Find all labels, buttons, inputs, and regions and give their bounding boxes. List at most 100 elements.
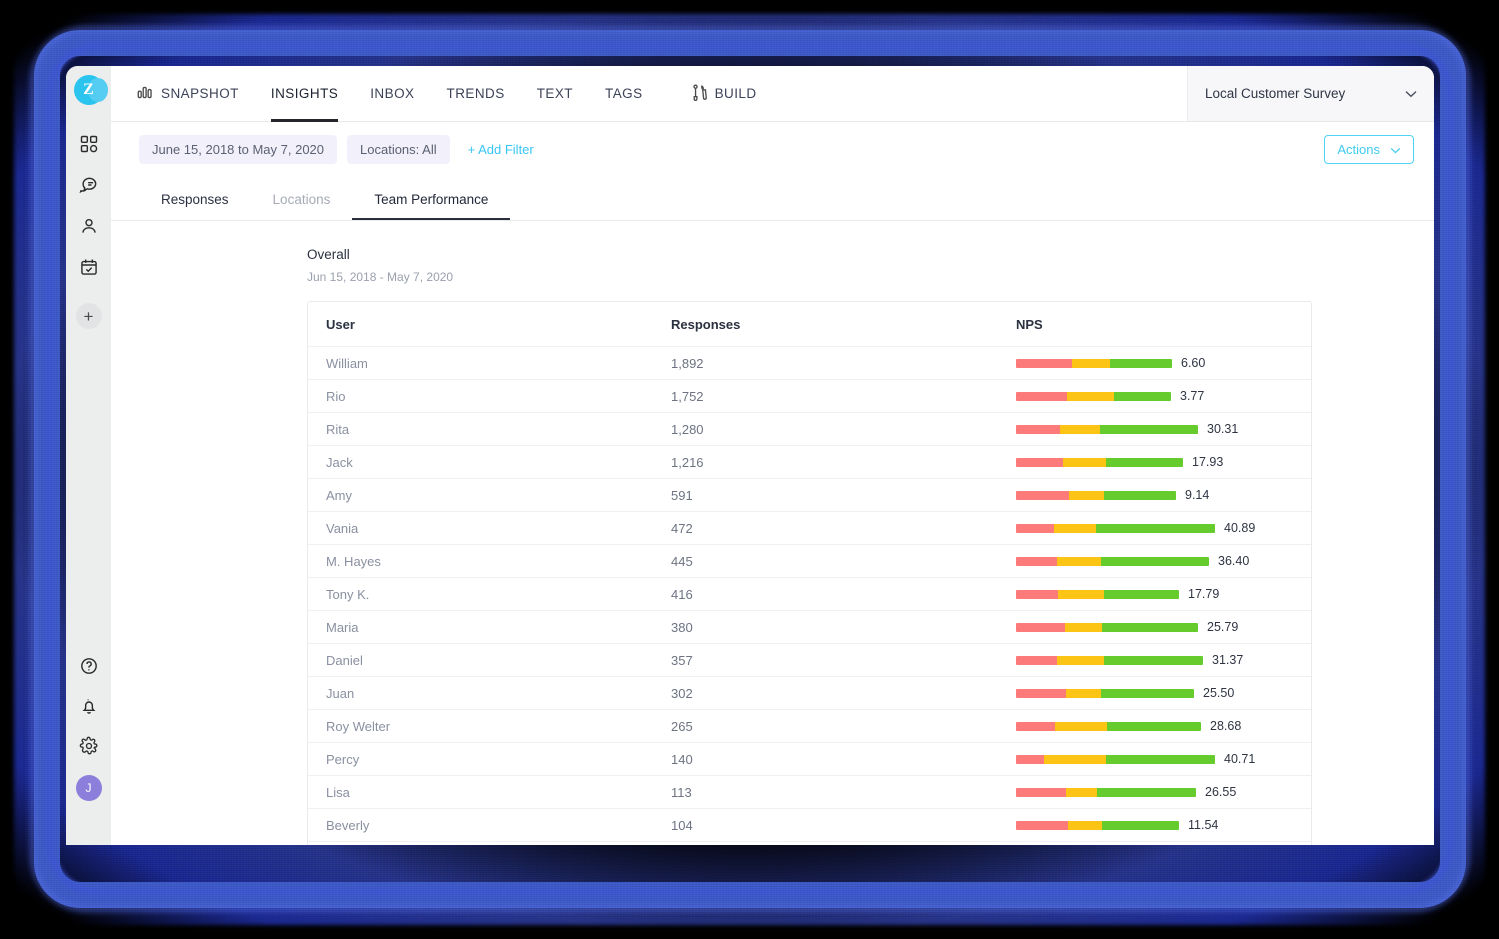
cell-responses: 380 xyxy=(671,620,1016,635)
dashboard-icon[interactable] xyxy=(78,133,100,155)
help-icon[interactable] xyxy=(78,655,100,677)
table-row[interactable]: Roy Welter26528.68 xyxy=(308,709,1311,742)
sub-tabs: Responses Locations Team Performance xyxy=(111,176,1434,221)
nps-bar-wrapper: 31.37 xyxy=(1016,653,1293,667)
table-row[interactable]: Lisa11326.55 xyxy=(308,775,1311,808)
nps-stacked-bar xyxy=(1016,359,1172,368)
chevron-down-icon xyxy=(1405,86,1417,101)
bar-segment-promoters xyxy=(1100,425,1198,434)
nps-value: 40.71 xyxy=(1224,752,1255,766)
survey-selector[interactable]: Local Customer Survey xyxy=(1187,66,1434,121)
cell-responses: 1,280 xyxy=(671,422,1016,437)
tab-text[interactable]: TEXT xyxy=(521,66,589,122)
screenshot-stage: Z xyxy=(0,0,1499,939)
nps-stacked-bar xyxy=(1016,491,1176,500)
tab-build-label: BUILD xyxy=(715,86,757,101)
survey-selector-value: Local Customer Survey xyxy=(1205,86,1345,101)
date-range-filter[interactable]: June 15, 2018 to May 7, 2020 xyxy=(139,135,337,164)
tools-icon xyxy=(692,84,708,104)
bar-chart-icon xyxy=(137,85,154,103)
bar-segment-passives xyxy=(1072,359,1109,368)
tab-tags-label: TAGS xyxy=(605,86,643,101)
cell-user: Percy xyxy=(326,752,671,767)
table-row[interactable]: Maria38025.79 xyxy=(308,610,1311,643)
nps-bar-wrapper: 40.71 xyxy=(1016,752,1293,766)
cell-responses: 265 xyxy=(671,719,1016,734)
nps-stacked-bar xyxy=(1016,392,1171,401)
cell-user: M. Hayes xyxy=(326,554,671,569)
nps-bar-wrapper: 11.54 xyxy=(1016,818,1293,832)
table-row[interactable]: M. Hayes44536.40 xyxy=(308,544,1311,577)
table-row[interactable]: Daniel35731.37 xyxy=(308,643,1311,676)
contacts-icon[interactable] xyxy=(78,215,100,237)
bar-segment-passives xyxy=(1054,524,1096,533)
bar-segment-passives xyxy=(1060,425,1100,434)
user-avatar[interactable]: J xyxy=(76,775,102,801)
bar-segment-detractors xyxy=(1016,458,1063,467)
bar-segment-promoters xyxy=(1106,458,1183,467)
tab-insights[interactable]: INSIGHTS xyxy=(255,66,354,122)
calendar-check-icon[interactable] xyxy=(78,256,100,278)
subtab-team-performance[interactable]: Team Performance xyxy=(352,192,510,220)
table-row[interactable]: Tony K.41617.79 xyxy=(308,577,1311,610)
nps-value: 25.50 xyxy=(1203,686,1234,700)
nps-stacked-bar xyxy=(1016,722,1201,731)
cell-responses: 1,752 xyxy=(671,389,1016,404)
tab-build[interactable]: BUILD xyxy=(676,66,773,122)
tab-trends[interactable]: TRENDS xyxy=(431,66,521,122)
nps-bar-wrapper: 17.79 xyxy=(1016,587,1293,601)
table-row[interactable]: William1,8926.60 xyxy=(308,346,1311,379)
table-row[interactable]: Beverly10411.54 xyxy=(308,808,1311,841)
cell-nps: 40.89 xyxy=(1016,521,1293,535)
cell-user: Vania xyxy=(326,521,671,536)
column-header-user[interactable]: User xyxy=(326,317,671,332)
nps-value: 3.77 xyxy=(1180,389,1204,403)
subtab-responses[interactable]: Responses xyxy=(139,192,251,220)
tab-tags[interactable]: TAGS xyxy=(589,66,659,122)
tab-text-label: TEXT xyxy=(537,86,573,101)
table-row[interactable]: Amy5919.14 xyxy=(308,478,1311,511)
nps-bar-wrapper: 25.50 xyxy=(1016,686,1293,700)
bar-segment-passives xyxy=(1069,491,1104,500)
bar-segment-detractors xyxy=(1016,755,1044,764)
cell-user: Jack xyxy=(326,455,671,470)
nps-bar-wrapper: 40.89 xyxy=(1016,521,1293,535)
settings-icon[interactable] xyxy=(78,735,100,757)
bar-segment-promoters xyxy=(1110,359,1172,368)
tab-inbox[interactable]: INBOX xyxy=(354,66,430,122)
bar-segment-passives xyxy=(1057,656,1104,665)
zenloop-logo[interactable]: Z xyxy=(74,75,104,105)
subtab-locations[interactable]: Locations xyxy=(251,192,353,220)
column-header-nps[interactable]: NPS xyxy=(1016,317,1293,332)
cell-nps: 31.37 xyxy=(1016,653,1293,667)
add-button[interactable]: + xyxy=(76,303,102,329)
team-performance-table: User Responses NPS William1,8926.60Rio1,… xyxy=(307,301,1312,845)
bar-segment-detractors xyxy=(1016,788,1066,797)
column-header-responses[interactable]: Responses xyxy=(671,317,1016,332)
nps-bar-wrapper: 26.55 xyxy=(1016,785,1293,799)
table-row[interactable]: Vania47240.89 xyxy=(308,511,1311,544)
bar-segment-promoters xyxy=(1107,722,1201,731)
table-row[interactable]: Jack1,21617.93 xyxy=(308,445,1311,478)
cell-responses: 140 xyxy=(671,752,1016,767)
notifications-icon[interactable] xyxy=(78,695,100,717)
nps-value: 9.14 xyxy=(1185,488,1209,502)
add-filter-link[interactable]: + Add Filter xyxy=(468,142,534,157)
table-row[interactable]: Rio1,7523.77 xyxy=(308,379,1311,412)
bar-segment-detractors xyxy=(1016,491,1069,500)
tab-snapshot[interactable]: SNAPSHOT xyxy=(121,66,255,122)
locations-filter[interactable]: Locations: All xyxy=(347,135,450,164)
cell-responses: 357 xyxy=(671,653,1016,668)
actions-button[interactable]: Actions xyxy=(1324,135,1414,164)
bar-segment-passives xyxy=(1065,623,1101,632)
table-row[interactable]: Lindsey7440.54 xyxy=(308,841,1311,845)
table-row[interactable]: Juan30225.50 xyxy=(308,676,1311,709)
table-row[interactable]: Percy140 40.71 xyxy=(308,742,1311,775)
conversations-icon[interactable] xyxy=(78,174,100,196)
cell-user: Lisa xyxy=(326,785,671,800)
table-row[interactable]: Rita1,28030.31 xyxy=(308,412,1311,445)
nps-bar-wrapper: 9.14 xyxy=(1016,488,1293,502)
cell-responses: 113 xyxy=(671,785,1016,800)
sidebar-nav: + xyxy=(76,133,102,329)
primary-nav: SNAPSHOT INSIGHTS INBOX TRENDS TEXT xyxy=(111,66,773,121)
